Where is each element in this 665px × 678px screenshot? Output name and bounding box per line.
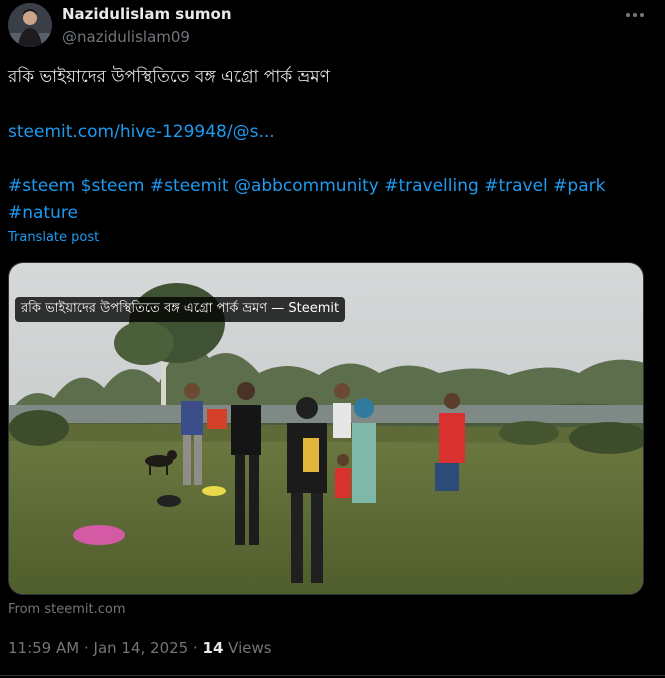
- avatar[interactable]: [8, 3, 52, 47]
- avatar-image: [8, 3, 52, 47]
- mention-abbcommunity[interactable]: @abbcommunity: [234, 176, 379, 196]
- post-date[interactable]: Jan 14, 2025: [94, 639, 189, 657]
- hashtag-steemit[interactable]: #steemit: [150, 176, 229, 196]
- hashtags-line-1: #steem $steem #steemit @abbcommunity #tr…: [8, 173, 648, 199]
- hashtag-travelling[interactable]: #travelling: [384, 176, 479, 196]
- hashtag-steem[interactable]: #steem: [8, 176, 75, 196]
- meta-separator: ·: [79, 639, 94, 657]
- hashtag-travel[interactable]: #travel: [484, 176, 548, 196]
- hashtags-line-2: #nature: [8, 200, 648, 226]
- author-display-name[interactable]: Nazidulislam sumon: [62, 5, 232, 23]
- post-time[interactable]: 11:59 AM: [8, 639, 79, 657]
- views-label: Views: [228, 639, 272, 657]
- cashtag-steem[interactable]: $steem: [81, 176, 145, 196]
- author-handle[interactable]: @nazidulislam09: [62, 28, 190, 46]
- meta-separator-2: ·: [188, 639, 203, 657]
- link-card-source[interactable]: From steemit.com: [8, 602, 125, 617]
- post-title: রকি ভাইয়াদের উপস্থিতিতে বঙ্গ এগ্রো পার্…: [8, 67, 330, 87]
- post-meta: 11:59 AM · Jan 14, 2025 · 14 Views: [8, 639, 272, 657]
- views-count: 14: [202, 639, 224, 657]
- hashtag-park[interactable]: #park: [553, 176, 605, 196]
- hashtag-nature[interactable]: #nature: [8, 203, 78, 223]
- translate-post-button[interactable]: Translate post: [8, 230, 99, 245]
- more-options-icon[interactable]: [618, 2, 652, 28]
- link-card-caption: রকি ভাইয়াদের উপস্থিতিতে বঙ্গ এগ্রো পার্…: [15, 297, 346, 322]
- divider: [0, 675, 665, 676]
- post-link[interactable]: steemit.com/hive-129948/@s...: [8, 122, 275, 142]
